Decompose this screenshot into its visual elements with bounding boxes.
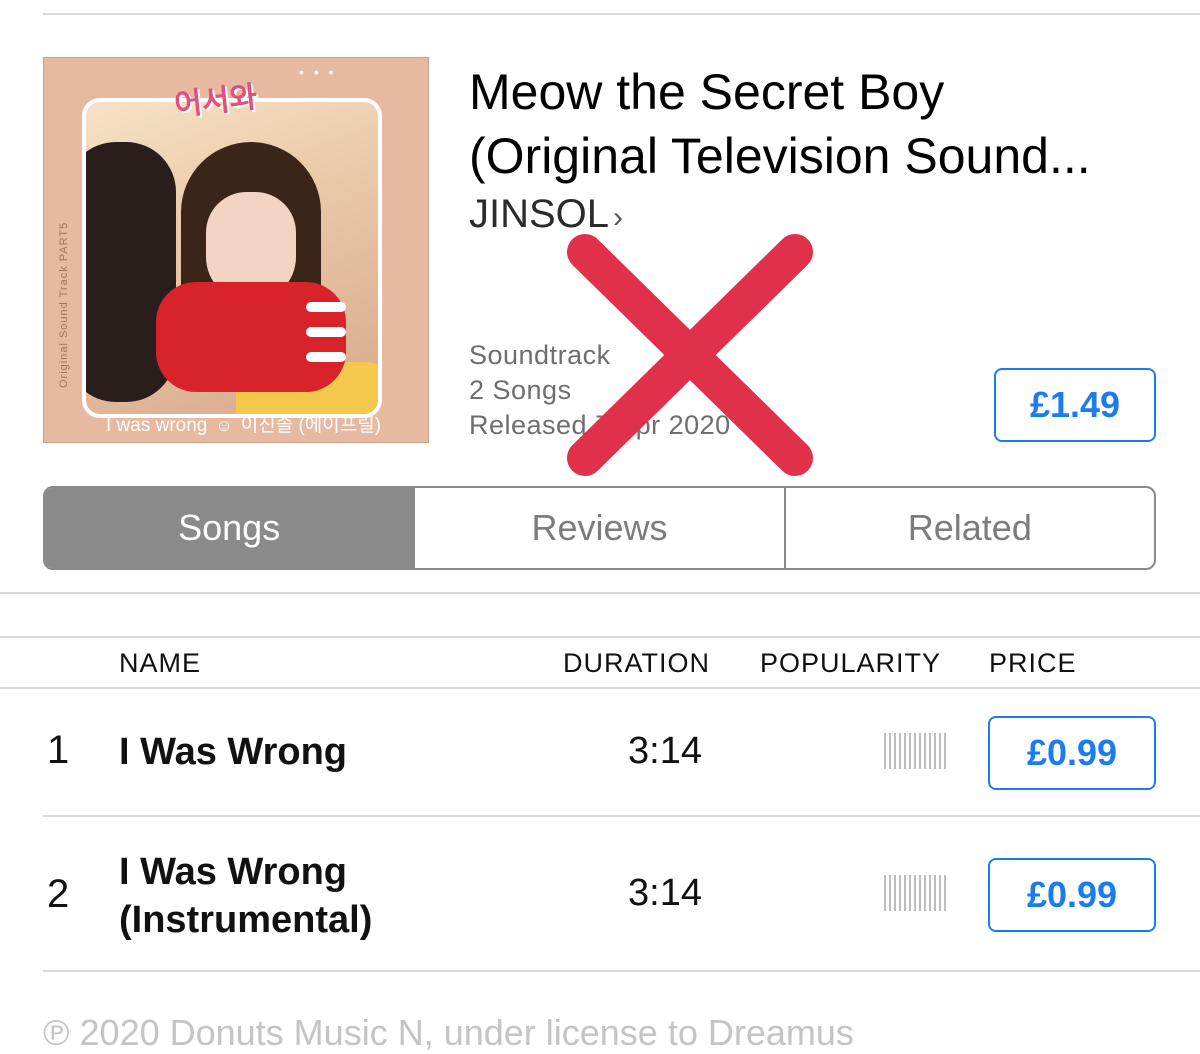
column-header-price[interactable]: PRICE: [989, 648, 1077, 679]
track-name-line1: I Was Wrong: [119, 731, 347, 773]
tab-reviews[interactable]: Reviews: [413, 488, 783, 568]
track-number: 1: [47, 728, 70, 772]
column-header-duration[interactable]: DURATION: [563, 648, 710, 679]
album-song-count: 2 Songs: [469, 375, 572, 405]
album-title: Meow the Secret Boy (Original Television…: [469, 60, 1169, 188]
album-buy-button[interactable]: £1.49: [994, 368, 1156, 442]
artwork-frame: [82, 98, 382, 418]
column-header-name[interactable]: NAME: [119, 648, 201, 679]
tab-songs[interactable]: Songs: [45, 488, 414, 568]
track-buy-button[interactable]: £0.99: [988, 716, 1156, 790]
track-name: I Was Wrong: [119, 728, 347, 776]
popularity-bars-icon: [884, 733, 946, 769]
artwork-logo: 어서와: [172, 80, 259, 123]
artwork-caption-right: 이진솔 (에이프릴): [240, 415, 382, 436]
track-name-line2: (Instrumental): [119, 899, 373, 941]
artwork-caption-left: I was wrong: [106, 415, 208, 436]
paw-prints-icon: • • •: [299, 64, 337, 80]
row-divider: [43, 815, 1200, 817]
track-duration: 3:14: [628, 730, 702, 772]
header-top-divider: [0, 636, 1200, 638]
artwork-side-text: Original Sound Track PART5: [58, 221, 70, 388]
top-divider: [43, 13, 1200, 15]
popularity-bars-icon: [884, 875, 946, 911]
column-header-popularity[interactable]: POPULARITY: [760, 648, 941, 679]
track-name-line1: I Was Wrong: [119, 851, 347, 893]
track-buy-button[interactable]: £0.99: [988, 858, 1156, 932]
tab-related[interactable]: Related: [783, 488, 1154, 568]
copyright-text: ℗ 2020 Donuts Music N, under license to …: [43, 1012, 854, 1053]
track-number: 2: [47, 872, 70, 916]
row-divider: [43, 970, 1200, 972]
album-title-line1: Meow the Secret Boy: [469, 64, 945, 120]
album-artwork[interactable]: 어서와 • • • Original Sound Track PART5 I w…: [43, 57, 429, 443]
cat-icon: ☺: [215, 416, 233, 435]
artwork-scarf: [156, 282, 346, 392]
section-divider: [0, 592, 1200, 594]
album-title-line2: (Original Television Sound...: [469, 128, 1091, 184]
header-bottom-divider: [0, 687, 1200, 689]
segmented-tabs: Songs Reviews Related: [43, 486, 1156, 570]
artwork-caption: I was wrong ☺ 이진솔 (에이프릴): [106, 410, 381, 437]
red-x-mark-icon: [567, 234, 813, 476]
track-name: I Was Wrong (Instrumental): [119, 848, 372, 944]
track-duration: 3:14: [628, 872, 702, 914]
